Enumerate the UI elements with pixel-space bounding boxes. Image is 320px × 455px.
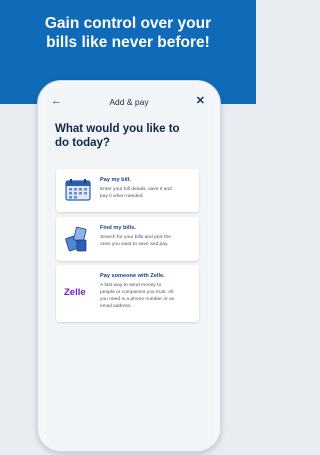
- pay-with-zelle-card[interactable]: Zelle Pay someone with Zelle. A fast way…: [56, 265, 199, 322]
- option-title: Pay my bill.: [100, 177, 131, 183]
- zelle-logo: Zelle: [64, 287, 86, 298]
- top-nav-bar: ← Add & pay ✕: [45, 87, 213, 117]
- phone-mockup: ← Add & pay ✕ What would you like to do …: [37, 80, 221, 452]
- option-description-line: email address.: [100, 304, 132, 309]
- find-my-bills-card[interactable]: Find my bills. Search for your bills and…: [56, 217, 199, 261]
- nav-title: Add & pay: [109, 97, 149, 107]
- option-title: Find my bills.: [100, 225, 136, 231]
- hero-title: Gain control over your bills like never …: [0, 14, 256, 52]
- bills-icon: [65, 226, 87, 252]
- page-heading: What would you like to do today?: [55, 122, 205, 150]
- option-description-line: you need is a phone number or an: [100, 297, 175, 302]
- option-description-line: A fast way to send money to: [100, 283, 162, 288]
- option-description-line: ones you want to save and pay.: [100, 242, 169, 247]
- option-description: A fast way to send money to people or co…: [100, 282, 193, 310]
- calendar-icon: [65, 179, 91, 201]
- option-description-line: pay it when needed.: [100, 194, 144, 199]
- app-screen: ← Add & pay ✕ What would you like to do …: [45, 87, 213, 451]
- close-icon[interactable]: ✕: [196, 94, 205, 107]
- option-description-line: people or companies you trust. All: [100, 290, 174, 295]
- option-description: Enter your bill details, save it and pay…: [100, 186, 193, 200]
- page-heading-line-1: What would you like to: [55, 123, 180, 135]
- hero-title-line-1: Gain control over your: [44, 15, 212, 32]
- option-description: Search for your bills and pick the ones …: [100, 234, 193, 248]
- option-description-line: Search for your bills and pick the: [100, 235, 171, 240]
- pay-my-bill-card[interactable]: Pay my bill. Enter your bill details, sa…: [56, 169, 199, 212]
- page-heading-line-2: do today?: [55, 137, 110, 149]
- option-description-line: Enter your bill details, save it and: [100, 187, 172, 192]
- hero-title-line-2: bills like never before!: [46, 34, 210, 51]
- option-title: Pay someone with Zelle.: [100, 273, 165, 279]
